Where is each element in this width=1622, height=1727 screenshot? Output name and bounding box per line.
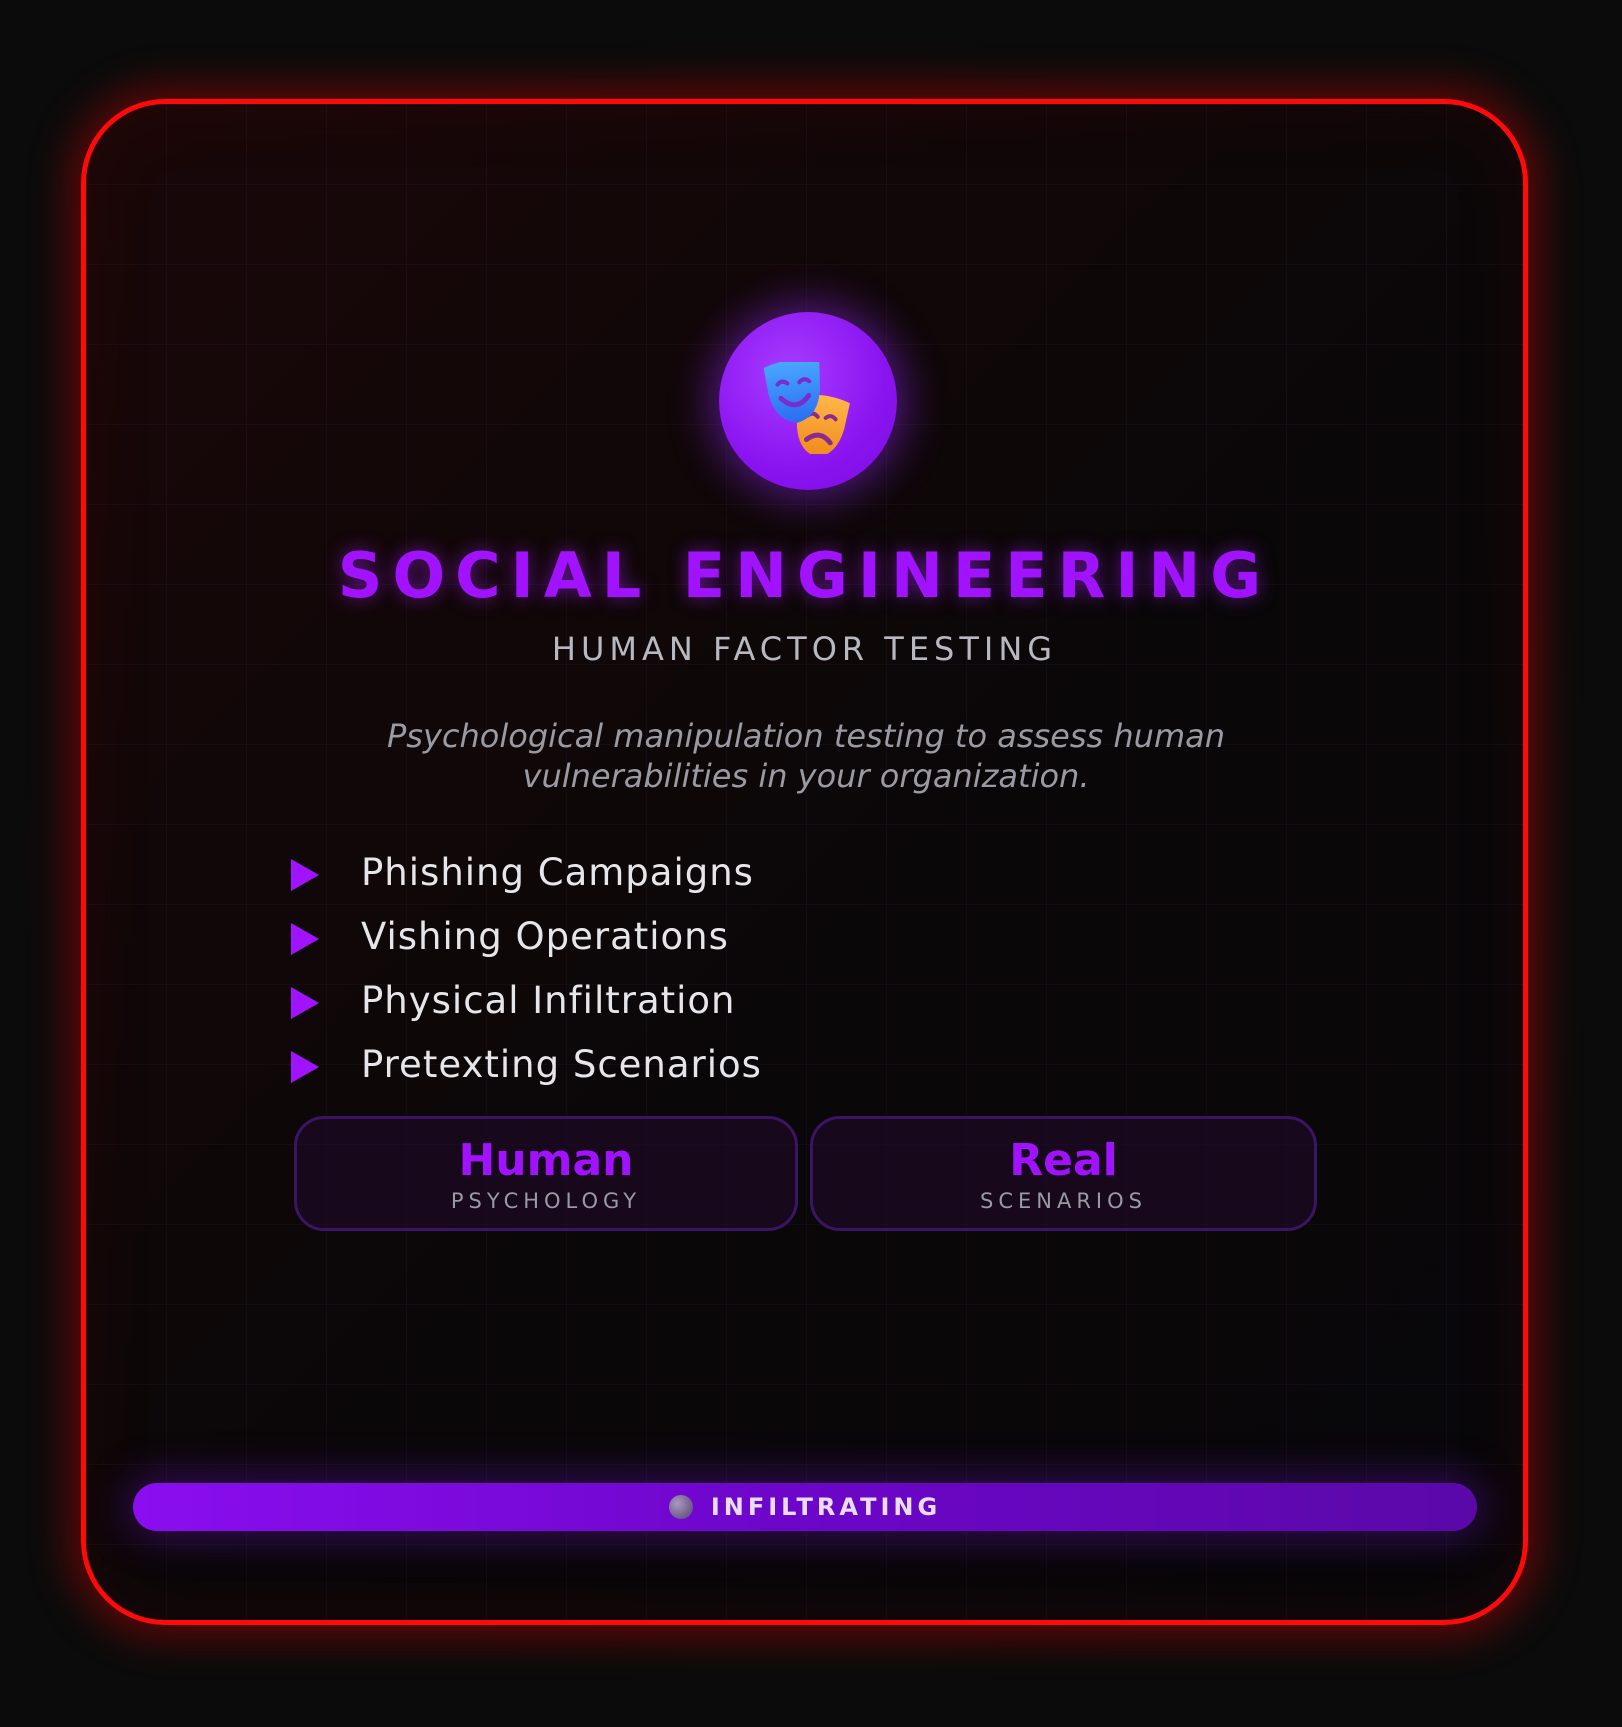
stat-box-human: Human PSYCHOLOGY (294, 1116, 798, 1231)
list-item: Phishing Campaigns (291, 840, 762, 904)
play-arrow-icon (291, 1051, 319, 1083)
stat-label: PSYCHOLOGY (450, 1189, 642, 1213)
list-item: Pretexting Scenarios (291, 1032, 762, 1096)
status-label: INFILTRATING (710, 1493, 942, 1521)
card-subtitle: HUMAN FACTOR TESTING (551, 630, 1058, 668)
play-arrow-icon (291, 923, 319, 955)
play-arrow-icon (291, 987, 319, 1019)
theater-masks-icon (763, 362, 850, 454)
page: SOCIAL ENGINEERING HUMAN FACTOR TESTING … (0, 0, 1622, 1727)
stat-box-real: Real SCENARIOS (810, 1116, 1317, 1231)
service-card[interactable]: SOCIAL ENGINEERING HUMAN FACTOR TESTING … (81, 99, 1528, 1625)
feature-label: Physical Infiltration (361, 978, 736, 1022)
stat-label: SCENARIOS (980, 1189, 1147, 1213)
play-arrow-icon (291, 859, 319, 891)
feature-list: Phishing Campaigns Vishing Operations Ph… (291, 840, 762, 1096)
stat-value: Human (458, 1135, 634, 1186)
feature-label: Vishing Operations (361, 914, 729, 958)
icon-badge (719, 312, 897, 490)
list-item: Physical Infiltration (291, 968, 762, 1032)
feature-label: Phishing Campaigns (361, 850, 754, 894)
feature-label: Pretexting Scenarios (361, 1042, 762, 1086)
card-description: Psychological manipulation testing to as… (387, 717, 1225, 795)
card-title: SOCIAL ENGINEERING (337, 539, 1272, 612)
status-bar: INFILTRATING (133, 1483, 1477, 1531)
status-dot-icon (668, 1495, 693, 1519)
stats-row: Human PSYCHOLOGY Real SCENARIOS (294, 1116, 1317, 1231)
stat-value: Real (1009, 1135, 1118, 1186)
list-item: Vishing Operations (291, 904, 762, 968)
